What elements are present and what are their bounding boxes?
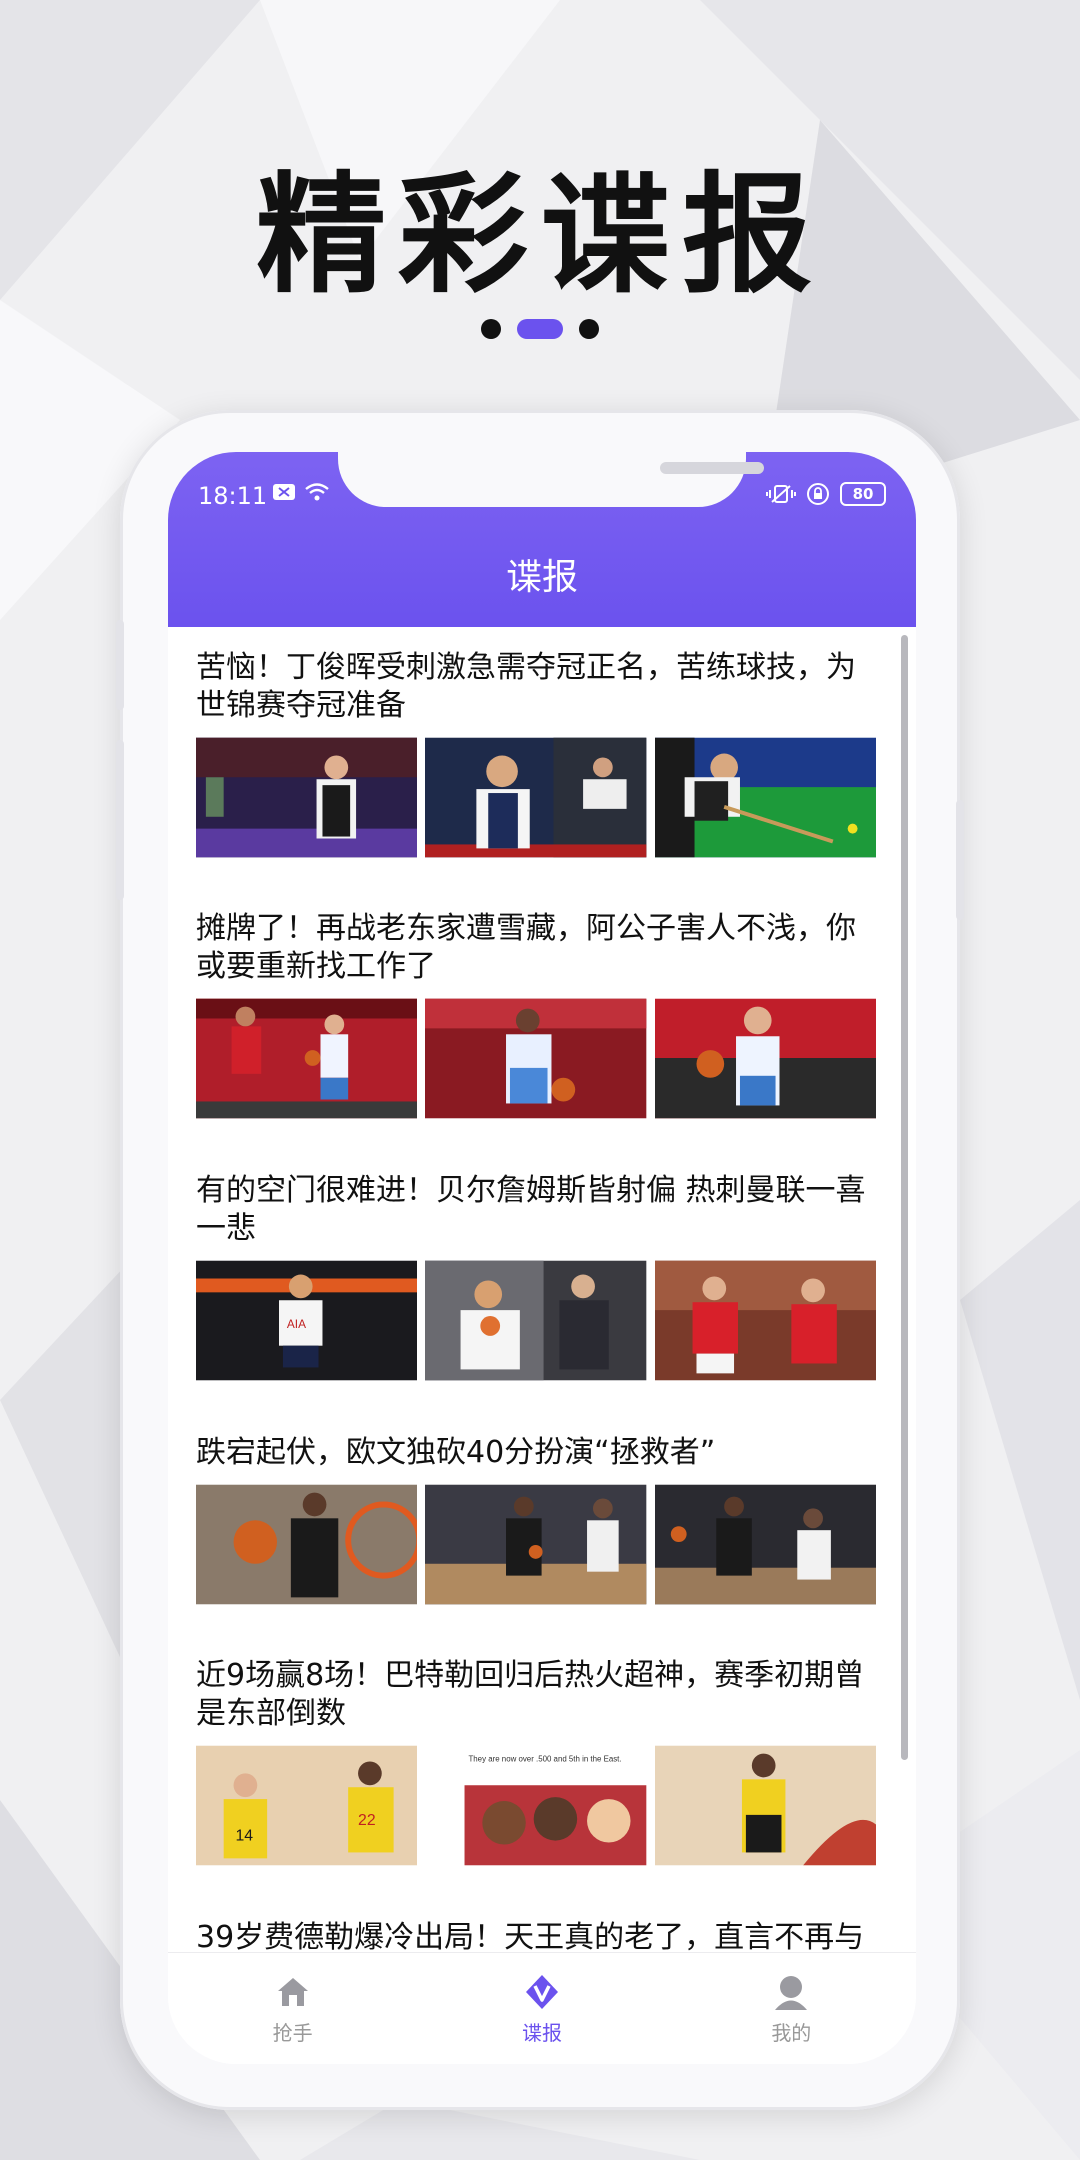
thumbnail-caption: They are now over .500 and 5th in the Ea… <box>469 1755 622 1764</box>
news-title[interactable]: 近9场赢8场！巴特勒回归后热火超神，赛季初期曾是东部倒数 <box>196 1657 876 1733</box>
news-thumbnails: 14 22 They are now over .500 and 5th in … <box>196 1745 876 1866</box>
app-screen: 18:11 80 谍报 苦恼！丁俊晖受刺激急需夺冠正名，苦练球技，为世锦赛夺冠准… <box>168 452 916 2064</box>
tab-label: 抢手 <box>272 2021 313 2045</box>
tab-label: 我的 <box>771 2021 812 2045</box>
sim-off-icon <box>273 484 295 500</box>
news-thumbnails <box>196 1484 876 1605</box>
v-badge-icon <box>525 1975 558 2009</box>
news-thumbnail[interactable] <box>425 1260 647 1381</box>
news-thumbnail[interactable] <box>654 998 876 1119</box>
status-right-icons: 80 <box>766 482 886 506</box>
promo-title: 精彩谍报 <box>255 158 824 311</box>
bottom-tab-bar: 抢手 谍报 我的 <box>168 1952 916 2064</box>
news-thumbnail[interactable] <box>654 737 876 858</box>
phone-side-button <box>116 740 124 900</box>
news-thumbnail[interactable] <box>196 1484 418 1605</box>
tab-profile[interactable]: 我的 <box>667 1953 916 2064</box>
news-thumbnails <box>196 998 876 1119</box>
vibrate-mute-icon <box>766 485 796 503</box>
svg-text:22: 22 <box>358 1812 376 1829</box>
news-thumbnail[interactable] <box>425 998 647 1119</box>
news-thumbnail[interactable]: AIA <box>196 1260 418 1381</box>
news-thumbnail[interactable] <box>425 737 647 858</box>
news-title[interactable]: 39岁费德勒爆冷出局！天王真的老了，直言不再与 <box>196 1919 876 1952</box>
news-title[interactable]: 跌宕起伏，欧文独砍40分扮演“拯救者” <box>196 1434 876 1472</box>
tab-home[interactable]: 抢手 <box>168 1953 417 2064</box>
news-item[interactable]: 有的空门很难进！贝尔詹姆斯皆射偏 热刺曼联一喜一悲 AIA <box>196 1172 876 1381</box>
phone-side-button <box>116 620 124 710</box>
news-thumbnail[interactable] <box>196 737 418 858</box>
phone-side-button <box>956 800 964 920</box>
news-thumbnail[interactable] <box>196 998 418 1119</box>
status-left-icons <box>272 482 330 502</box>
news-thumbnails <box>196 737 876 858</box>
svg-text:AIA: AIA <box>287 1317 306 1331</box>
phone-notch <box>338 452 764 507</box>
tab-label: 谍报 <box>521 2021 562 2045</box>
news-thumbnail[interactable]: 14 22 <box>196 1745 418 1866</box>
battery-indicator: 80 <box>840 482 886 506</box>
news-feed[interactable]: 苦恼！丁俊晖受刺激急需夺冠正名，苦练球技，为世锦赛夺冠准备 摊牌了！再战老东家遭… <box>168 627 916 1952</box>
news-item[interactable]: 39岁费德勒爆冷出局！天王真的老了，直言不再与 <box>196 1919 876 1952</box>
page-indicator <box>0 318 1080 340</box>
wifi-icon <box>305 483 329 501</box>
news-thumbnails: AIA <box>196 1260 876 1381</box>
page-title: 谍报 <box>505 557 578 598</box>
scrollbar[interactable] <box>901 635 908 1760</box>
tab-intel[interactable]: 谍报 <box>417 1953 666 2064</box>
news-title[interactable]: 苦恼！丁俊晖受刺激急需夺冠正名，苦练球技，为世锦赛夺冠准备 <box>196 649 876 725</box>
news-item[interactable]: 苦恼！丁俊晖受刺激急需夺冠正名，苦练球技，为世锦赛夺冠准备 <box>196 649 876 858</box>
news-thumbnail[interactable]: They are now over .500 and 5th in the Ea… <box>425 1745 647 1866</box>
page-dot[interactable] <box>579 319 599 339</box>
phone-speaker <box>660 462 764 474</box>
news-thumbnail[interactable] <box>654 1484 876 1605</box>
user-icon <box>775 1976 808 2010</box>
news-title[interactable]: 有的空门很难进！贝尔詹姆斯皆射偏 热刺曼联一喜一悲 <box>196 1172 876 1248</box>
news-item[interactable]: 摊牌了！再战老东家遭雪藏，阿公子害人不浅，你或要重新找工作了 <box>196 910 876 1119</box>
svg-text:14: 14 <box>236 1828 254 1845</box>
home-icon <box>277 1978 308 2006</box>
news-item[interactable]: 近9场赢8场！巴特勒回归后热火超神，赛季初期曾是东部倒数 14 22 They … <box>196 1657 876 1866</box>
news-thumbnail[interactable] <box>654 1745 876 1866</box>
lock-rotation-icon <box>807 483 829 505</box>
status-time: 18:11 <box>198 482 268 510</box>
page-dot-active[interactable] <box>517 319 563 339</box>
news-thumbnail[interactable] <box>654 1260 876 1381</box>
page-dot[interactable] <box>481 319 501 339</box>
news-item[interactable]: 跌宕起伏，欧文独砍40分扮演“拯救者” <box>196 1434 876 1605</box>
news-title[interactable]: 摊牌了！再战老东家遭雪藏，阿公子害人不浅，你或要重新找工作了 <box>196 910 876 986</box>
news-thumbnail[interactable] <box>425 1484 647 1605</box>
